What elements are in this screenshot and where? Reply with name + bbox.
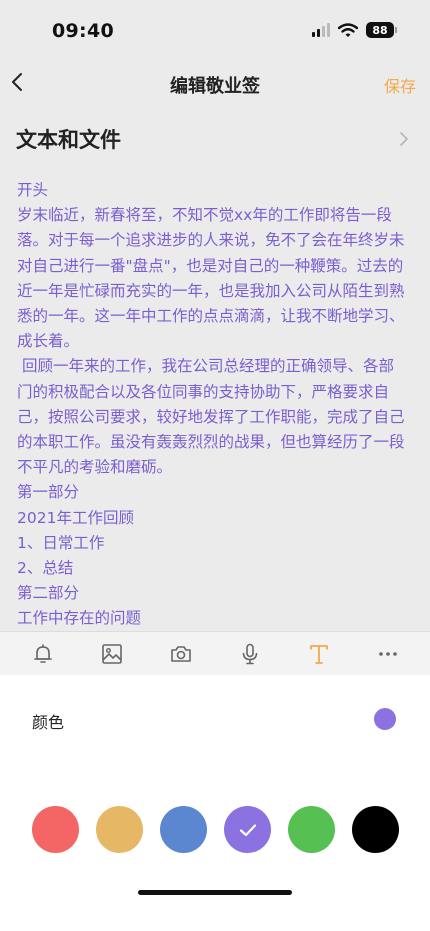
note-line: 岁末临近，新春将至，不知不觉xx年的工作即将告一段落。对于每一个追求进步的人来说… [17,206,405,351]
text-format-icon [309,644,328,664]
note-line: 2、总结 [17,559,74,578]
section-title: 文本和文件 [16,128,121,152]
color-swatch-orange[interactable] [96,806,143,853]
color-swatches [32,806,399,853]
more-icon [378,651,397,656]
note-line: 回顾一年来的工作，我在公司总经理的正确领导、各部门的积极配合以及各位同事的支持协… [17,357,405,477]
note-line: 第二部分 [17,584,80,603]
image-icon [101,643,122,664]
color-swatch-red[interactable] [32,806,79,853]
status-icons: 88 [312,22,397,38]
camera-button[interactable] [161,634,201,674]
color-swatch-green[interactable] [288,806,335,853]
note-line: 开头 [17,181,49,199]
color-swatch-purple[interactable] [224,806,271,853]
note-line: 第一部分 [17,483,80,502]
page-title: 编辑敬业签 [170,76,260,97]
color-swatch-blue[interactable] [160,806,207,853]
selected-color-indicator [374,708,396,730]
color-panel: 颜色 [0,675,430,931]
note-text-editor[interactable]: 开头 岁末临近，新春将至，不知不觉xx年的工作即将告一段落。对于每一个追求进步的… [17,178,409,630]
voice-input-button[interactable] [230,634,270,674]
chevron-right-icon [400,132,408,146]
color-swatch-black[interactable] [352,806,399,853]
checkmark-icon [239,823,256,836]
color-label: 颜色 [32,713,65,732]
note-line: 2021年工作回顾 [17,508,134,527]
save-button[interactable]: 保存 [384,73,416,97]
wifi-icon [338,22,358,37]
note-line: 1、日常工作 [17,533,105,552]
cellular-signal-icon [312,23,330,37]
text-and-files-row[interactable]: 文本和文件 [16,120,416,160]
note-line: 工作中存在的问题 [17,609,142,628]
battery-icon: 88 [366,22,397,38]
home-indicator [138,890,292,895]
insert-image-button[interactable] [92,634,132,674]
microphone-icon [242,643,257,664]
more-button[interactable] [368,634,408,674]
nav-bar: 编辑敬业签 保存 [0,62,430,104]
camera-icon [170,645,191,662]
bell-icon [33,643,52,663]
status-time: 09:40 [52,20,114,42]
status-bar: 09:40 88 [0,0,430,62]
text-format-button[interactable] [299,634,339,674]
editor-toolbar [0,631,430,675]
reminder-button[interactable] [23,634,63,674]
